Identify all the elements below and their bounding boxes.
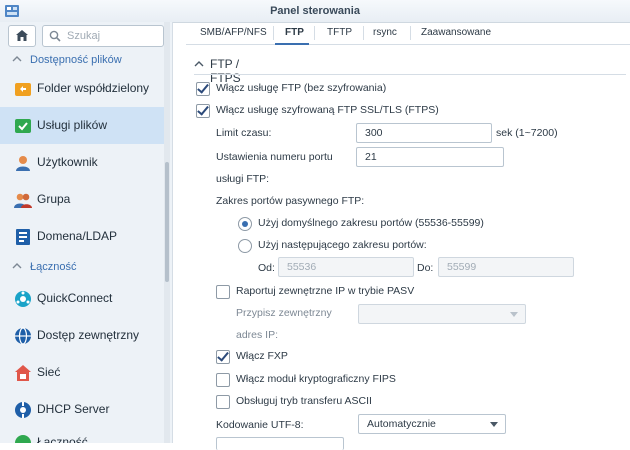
- search-placeholder: Szukaj: [67, 30, 101, 42]
- sidebar-scrollbar-thumb[interactable]: [165, 162, 169, 282]
- ascii-mode-label: Obsługuj tryb transferu ASCII: [236, 395, 372, 407]
- utf8-label: Kodowanie UTF-8:: [216, 419, 304, 431]
- dhcp-server-icon: [15, 402, 31, 418]
- user-icon: [16, 156, 30, 171]
- enable-ftp-checkbox[interactable]: [196, 82, 210, 96]
- quickconnect-icon: [15, 291, 31, 307]
- ftp-settings-panel: FTP / FTPS Włącz usługę FTP (bez szyfrow…: [186, 45, 630, 450]
- section-file-sharing[interactable]: Dostępność plików: [0, 51, 168, 71]
- enable-fips-checkbox[interactable]: [216, 373, 230, 387]
- report-external-ip-label: Raportuj zewnętrzne IP w trybie PASV: [236, 285, 415, 297]
- home-button[interactable]: [8, 25, 36, 47]
- section-title: FTP / FTPS: [210, 57, 241, 85]
- passive-range-label: Zakres portów pasywnego FTP:: [216, 195, 365, 207]
- window-titlebar: Panel sterowania: [0, 0, 630, 23]
- ascii-mode-checkbox[interactable]: [216, 395, 230, 409]
- default-range-label: Użyj domyślnego zakresu portów (55536-55…: [258, 217, 484, 229]
- enable-fxp-label: Włącz FXP: [236, 350, 288, 362]
- next-field-partial[interactable]: [216, 437, 344, 450]
- group-icon: [14, 193, 32, 208]
- sidebar-item-domain-ldap[interactable]: Domena/LDAP: [0, 218, 164, 255]
- assign-external-ip-label: Przypisz zewnętrzny: [236, 307, 332, 319]
- section-connectivity[interactable]: Łączność: [0, 258, 168, 278]
- search-input[interactable]: Szukaj: [42, 25, 164, 47]
- port-input[interactable]: 21: [356, 147, 504, 167]
- external-ip-select[interactable]: [358, 304, 526, 324]
- sidebar-item-file-services[interactable]: Usługi plików: [0, 107, 164, 144]
- home-icon: [16, 30, 28, 41]
- tab-divider: [273, 26, 274, 40]
- enable-ftp-label: Włącz usługę FTP (bez szyfrowania): [216, 82, 387, 94]
- port-label: Ustawienia numeru portu: [216, 151, 333, 163]
- file-services-icon: [15, 119, 31, 133]
- chevron-down-icon: [510, 312, 518, 317]
- external-access-icon: [15, 327, 31, 345]
- timeout-input[interactable]: 300: [356, 123, 492, 143]
- custom-range-label: Użyj następującego zakresu portów:: [258, 239, 427, 251]
- sidebar-item-user[interactable]: Użytkownik: [0, 144, 164, 181]
- sidebar-item-quickconnect[interactable]: QuickConnect: [0, 280, 164, 317]
- shared-folder-icon: [15, 83, 31, 96]
- enable-ftps-checkbox[interactable]: [196, 104, 210, 118]
- tab-divider: [363, 26, 364, 40]
- sidebar-item-external-access[interactable]: Dostęp zewnętrzny: [0, 317, 164, 354]
- custom-range-radio[interactable]: [238, 239, 252, 253]
- default-range-radio[interactable]: [238, 217, 252, 231]
- tab-smb-afp-nfs[interactable]: SMB/AFP/NFS: [200, 27, 267, 38]
- chevron-up-icon: [12, 56, 22, 62]
- window-title: Panel sterowania: [270, 5, 360, 17]
- search-icon: [49, 30, 61, 42]
- enable-fxp-checkbox[interactable]: [216, 350, 230, 364]
- timeout-range-hint: sek (1~7200): [496, 127, 558, 139]
- port-label-line2: usługi FTP:: [216, 173, 270, 185]
- sidebar-item-network[interactable]: Sieć: [0, 354, 164, 391]
- tab-tftp[interactable]: TFTP: [327, 27, 352, 38]
- chevron-down-icon: [490, 422, 498, 427]
- from-port-input[interactable]: 55536: [278, 257, 414, 277]
- sidebar-item-group[interactable]: Grupa: [0, 181, 164, 218]
- tab-advanced[interactable]: Zaawansowane: [421, 27, 491, 38]
- enable-ftps-label: Włącz usługę szyfrowaną FTP SSL/TLS (FTP…: [216, 104, 439, 116]
- chevron-up-icon: [12, 263, 22, 269]
- sidebar-item-dhcp-server[interactable]: DHCP Server: [0, 391, 164, 428]
- tab-rsync[interactable]: rsync: [373, 27, 397, 38]
- chevron-up-icon: [194, 61, 204, 67]
- sidebar: Szukaj Dostępność plików Folder współdzi…: [0, 22, 173, 443]
- sidebar-item-shared-folder[interactable]: Folder współdzielony: [0, 70, 164, 107]
- from-port-label: Od:: [258, 262, 275, 274]
- tab-divider: [410, 26, 411, 40]
- network-icon: [15, 365, 31, 381]
- timeout-label: Limit czasu:: [216, 127, 272, 139]
- utf8-encoding-select[interactable]: Automatycznie: [358, 414, 506, 434]
- section-divider: [194, 74, 626, 75]
- tab-divider: [314, 26, 315, 40]
- to-port-label: Do:: [417, 262, 434, 274]
- report-external-ip-checkbox[interactable]: [216, 285, 230, 299]
- assign-external-ip-label-line2: adres IP:: [236, 329, 279, 341]
- to-port-input[interactable]: 55599: [438, 257, 574, 277]
- tab-ftp[interactable]: FTP: [285, 27, 304, 38]
- enable-fips-label: Włącz moduł kryptograficzny FIPS: [236, 373, 396, 385]
- sidebar-item-connectivity[interactable]: Łączność: [0, 424, 164, 443]
- connectivity-icon: [15, 435, 31, 443]
- tab-bar: SMB/AFP/NFS FTP TFTP rsync Zaawansowane: [186, 22, 630, 45]
- domain-ldap-icon: [16, 229, 30, 245]
